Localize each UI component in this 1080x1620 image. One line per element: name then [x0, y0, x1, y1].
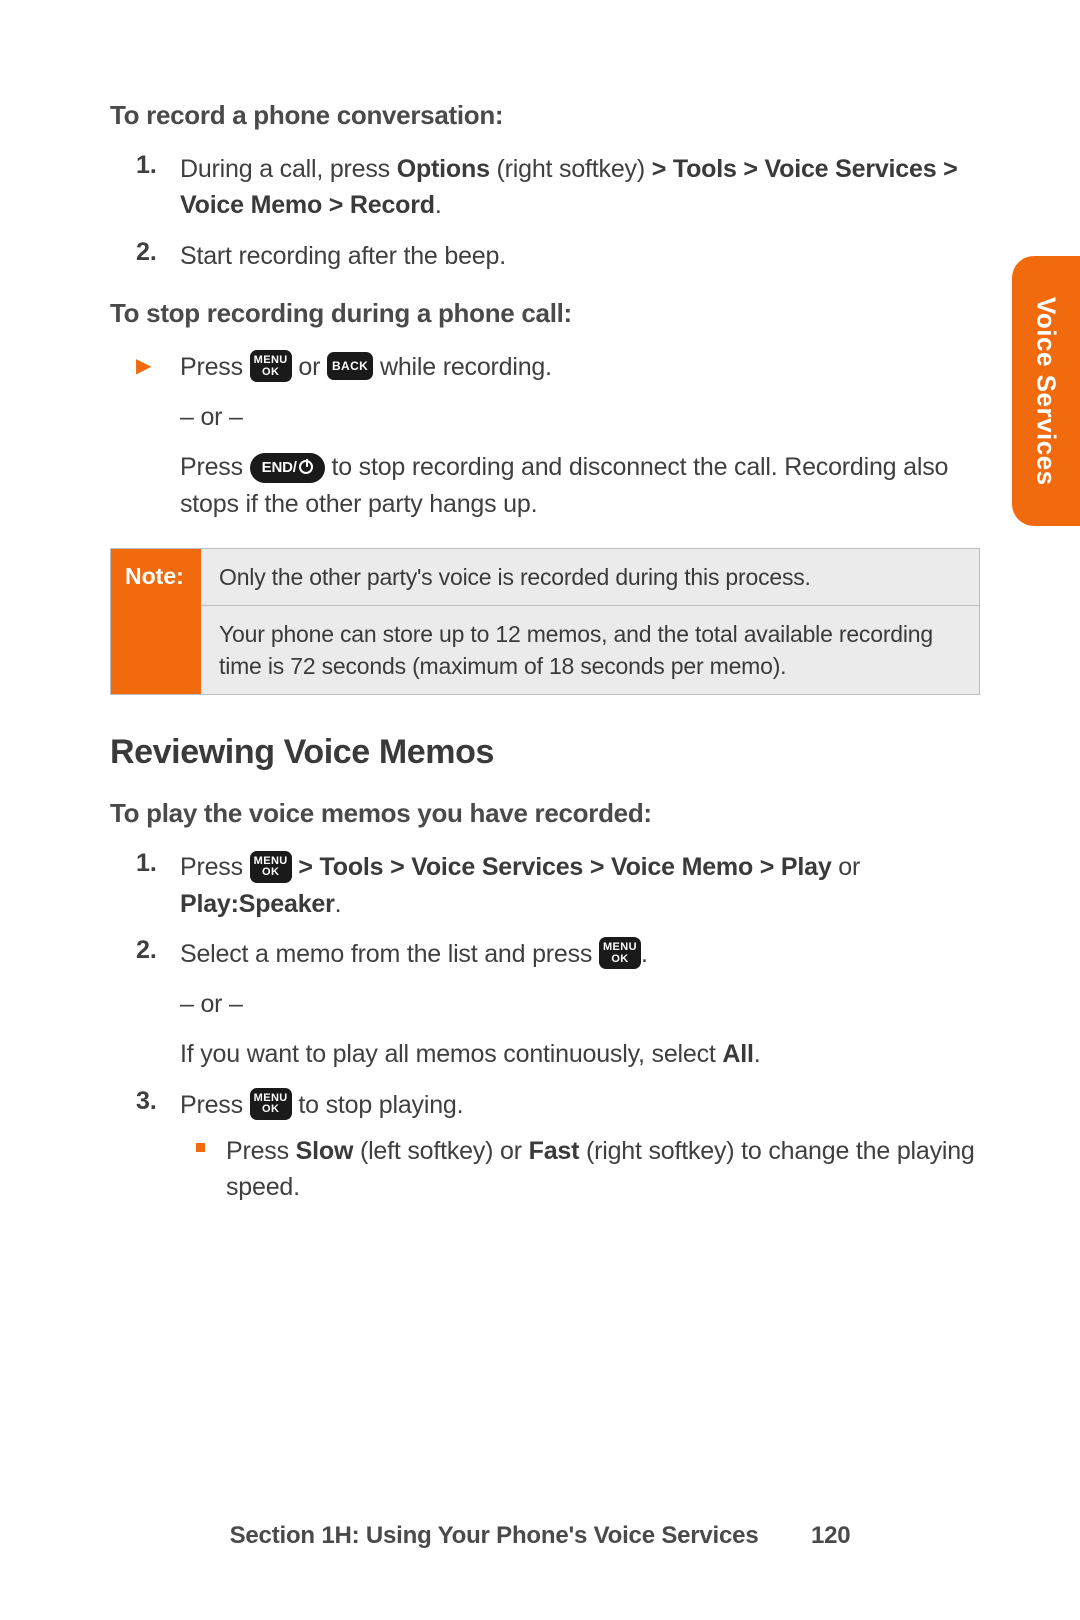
- ordered-steps: 1. During a call, press Options (right s…: [110, 151, 980, 274]
- text-run: or: [292, 353, 327, 381]
- note-callout: Note: Only the other party's voice is re…: [110, 548, 980, 696]
- text-run: Select a memo from the list and press: [180, 940, 599, 968]
- bold-run: Play:Speaker: [180, 890, 335, 918]
- side-tab-label: Voice Services: [1031, 297, 1062, 486]
- text-run: while recording.: [373, 353, 552, 381]
- text-run: .: [641, 940, 648, 968]
- step-item: 3. Press MENUOK to stop playing. Press S…: [180, 1087, 980, 1206]
- sub-heading: To stop recording during a phone call:: [110, 298, 980, 329]
- step-text: Press MENUOK to stop playing.: [180, 1087, 980, 1123]
- section-side-tab: Voice Services: [1012, 256, 1080, 526]
- ordered-steps: 1. Press MENUOK > Tools > Voice Services…: [110, 849, 980, 1205]
- sub-bullet-list: Press Slow (left softkey) or Fast (right…: [180, 1133, 980, 1206]
- step-item: 2. Select a memo from the list and press…: [180, 936, 980, 1073]
- bold-run: Options: [397, 155, 490, 183]
- step-text: Start recording after the beep.: [180, 242, 506, 270]
- step-number: 1.: [136, 151, 157, 180]
- menu-ok-key-icon: MENUOK: [250, 851, 292, 883]
- section-stop-recording: To stop recording during a phone call: ▶…: [110, 298, 980, 522]
- text-run: Press: [180, 453, 250, 481]
- note-row: Only the other party's voice is recorded…: [201, 549, 979, 605]
- text-run: Press: [180, 1091, 250, 1119]
- square-bullet-icon: [196, 1143, 205, 1152]
- page-number: 120: [811, 1522, 850, 1550]
- text-run: Press: [180, 353, 250, 381]
- text-run: Press: [180, 853, 250, 881]
- sub-bullet-text: Press Slow (left softkey) or Fast (right…: [226, 1137, 975, 1201]
- step-text: Select a memo from the list and press ME…: [180, 936, 980, 972]
- step-text: During a call, press Options (right soft…: [180, 155, 958, 219]
- section-record-conversation: To record a phone conversation: 1. Durin…: [110, 100, 980, 274]
- sub-heading: To play the voice memos you have recorde…: [110, 798, 980, 829]
- bullet-text: Press MENUOK or BACK while recording.: [180, 349, 980, 385]
- menu-ok-key-icon: MENUOK: [599, 937, 641, 969]
- or-separator: – or –: [180, 986, 980, 1022]
- text-run: (left softkey) or: [353, 1137, 528, 1165]
- sub-bullet-item: Press Slow (left softkey) or Fast (right…: [226, 1133, 980, 1206]
- document-page: Voice Services To record a phone convers…: [0, 0, 1080, 1620]
- text-run: to stop playing.: [292, 1091, 464, 1119]
- note-body: Only the other party's voice is recorded…: [201, 549, 979, 695]
- note-row: Your phone can store up to 12 memos, and…: [201, 605, 979, 694]
- menu-ok-key-icon: MENUOK: [250, 1088, 292, 1120]
- text-run: or: [832, 853, 861, 881]
- bold-run: Slow: [296, 1137, 354, 1165]
- step-item: 1. During a call, press Options (right s…: [180, 151, 980, 224]
- bullet-list: ▶ Press MENUOK or BACK while recording. …: [110, 349, 980, 522]
- bold-run: > Tools > Voice Services > Voice Memo > …: [292, 853, 832, 881]
- arrow-icon: ▶: [136, 353, 151, 378]
- step-number: 2.: [136, 936, 157, 965]
- bold-run: Fast: [529, 1137, 580, 1165]
- text-run: During a call, press: [180, 155, 397, 183]
- end-power-key-icon: END/: [250, 453, 325, 483]
- text-run: .: [435, 191, 442, 219]
- page-footer: Section 1H: Using Your Phone's Voice Ser…: [0, 1522, 1080, 1550]
- text-run: .: [335, 890, 342, 918]
- text-run: If you want to play all memos continuous…: [180, 1040, 722, 1068]
- text-run: .: [754, 1040, 761, 1068]
- step-item: 2. Start recording after the beep.: [180, 238, 980, 274]
- sub-heading: To record a phone conversation:: [110, 100, 980, 131]
- text-run: Press: [226, 1137, 296, 1165]
- step-text: Press MENUOK > Tools > Voice Services > …: [180, 853, 860, 917]
- back-key-icon: BACK: [327, 352, 373, 381]
- footer-section-title: Section 1H: Using Your Phone's Voice Ser…: [230, 1522, 759, 1549]
- bold-run: All: [722, 1040, 753, 1068]
- section-play-memos: To play the voice memos you have recorde…: [110, 798, 980, 1205]
- or-separator: – or –: [180, 399, 980, 435]
- bullet-item: ▶ Press MENUOK or BACK while recording. …: [180, 349, 980, 522]
- step-text: If you want to play all memos continuous…: [180, 1036, 980, 1072]
- heading-reviewing-voice-memos: Reviewing Voice Memos: [110, 733, 980, 772]
- step-item: 1. Press MENUOK > Tools > Voice Services…: [180, 849, 980, 922]
- step-number: 2.: [136, 238, 157, 267]
- bullet-text: Press END/ to stop recording and disconn…: [180, 449, 980, 522]
- step-number: 1.: [136, 849, 157, 878]
- step-number: 3.: [136, 1087, 157, 1116]
- text-run: (right softkey): [490, 155, 652, 183]
- note-label: Note:: [111, 549, 201, 695]
- menu-ok-key-icon: MENUOK: [250, 350, 292, 382]
